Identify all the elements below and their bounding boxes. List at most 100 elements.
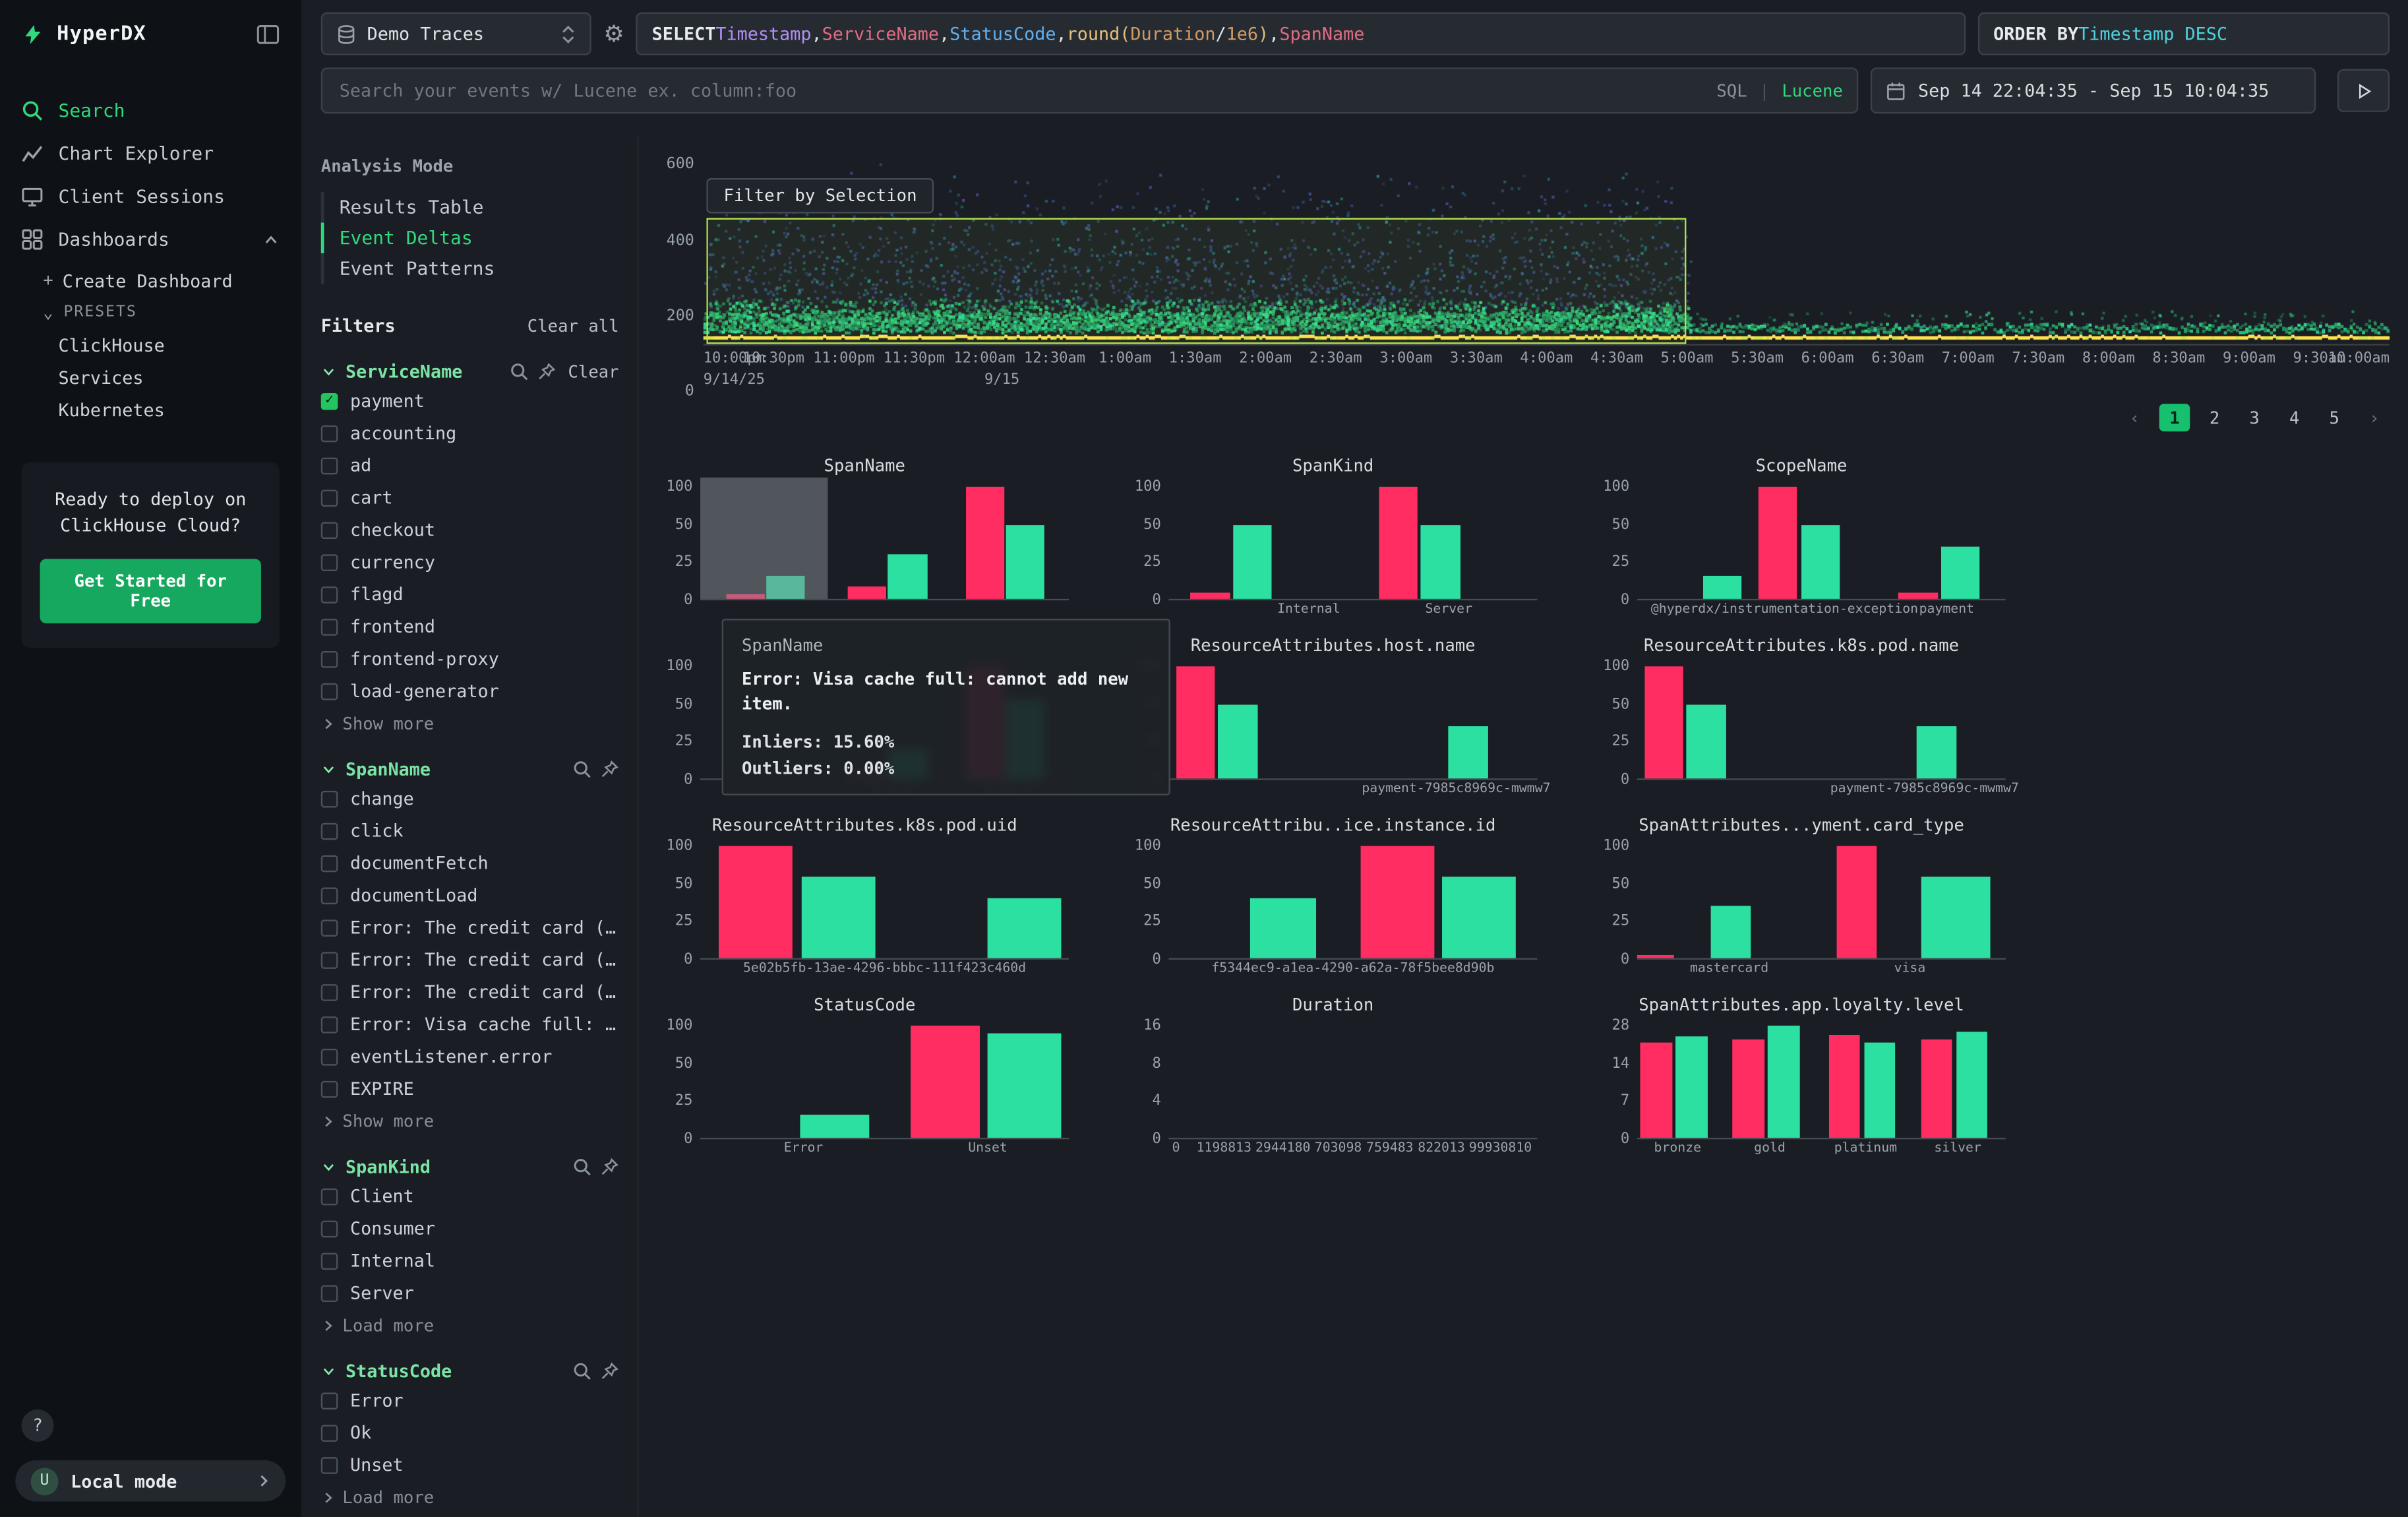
bar-inlier[interactable]: [1711, 906, 1751, 958]
filter-option-unset[interactable]: Unset: [321, 1451, 619, 1479]
bar-inlier[interactable]: [1675, 1037, 1706, 1138]
bar-inlier[interactable]: [1233, 524, 1272, 599]
pin-icon[interactable]: [537, 362, 556, 381]
bar-outlier[interactable]: [719, 846, 793, 958]
pagination-page-4[interactable]: 4: [2279, 404, 2310, 431]
date-range-picker[interactable]: Sep 14 22:04:35 - Sep 15 10:04:35: [1871, 67, 2316, 113]
checkbox[interactable]: [321, 1220, 338, 1237]
bar-outlier[interactable]: [1640, 1042, 1671, 1138]
order-by-input[interactable]: ORDER BY Timestamp DESC: [1978, 13, 2390, 55]
pagination-page-1[interactable]: 1: [2159, 404, 2190, 431]
filter-option-click[interactable]: click: [321, 817, 619, 844]
sidebar-subitem-presets[interactable]: ⌄PRESETS: [43, 296, 301, 328]
bar-inlier[interactable]: [1941, 547, 1980, 599]
filter-option-client[interactable]: Client: [321, 1182, 619, 1210]
bar-outlier[interactable]: [1836, 846, 1877, 958]
heatmap-plot[interactable]: Filter by Selection: [704, 150, 2390, 346]
filter-option-checkout[interactable]: checkout: [321, 516, 619, 543]
search-input[interactable]: [336, 78, 1704, 103]
source-select[interactable]: Demo Traces: [321, 13, 591, 55]
filter-option-internal[interactable]: Internal: [321, 1247, 619, 1274]
filter-option-error[interactable]: Error: [321, 1386, 619, 1414]
language-sql-toggle[interactable]: SQL: [1716, 80, 1747, 100]
bar-inlier[interactable]: [1219, 704, 1257, 778]
checkbox[interactable]: [321, 1048, 338, 1065]
filter-by-selection-button[interactable]: Filter by Selection: [707, 178, 934, 214]
bar-inlier[interactable]: [1449, 726, 1488, 778]
pin-icon[interactable]: [601, 1362, 619, 1380]
analysis-mode-event-deltas[interactable]: Event Deltas: [321, 223, 619, 254]
filter-group-header[interactable]: SpanKind: [321, 1156, 619, 1178]
pin-icon[interactable]: [601, 760, 619, 778]
checkbox[interactable]: [321, 951, 338, 968]
filter-load-more-button[interactable]: Load more: [321, 1488, 619, 1508]
filter-option-eventlistener-error[interactable]: eventListener.error: [321, 1043, 619, 1070]
filter-option-expire[interactable]: EXPIRE: [321, 1075, 619, 1103]
bar-outlier[interactable]: [1379, 487, 1418, 599]
bar-inlier[interactable]: [802, 877, 876, 958]
checkbox[interactable]: [321, 650, 338, 667]
app-logo[interactable]: HyperDX: [22, 22, 146, 46]
filter-show-more-button[interactable]: Show more: [321, 1111, 619, 1131]
bar-inlier[interactable]: [1864, 1042, 1895, 1138]
filter-option-error-the-credit-card-[interactable]: Error: The credit card (…: [321, 946, 619, 974]
checkbox[interactable]: [321, 1424, 338, 1441]
heatmap-selection-box[interactable]: [707, 218, 1687, 344]
checkbox[interactable]: [321, 586, 338, 603]
bar-outlier[interactable]: [1921, 1039, 1952, 1138]
filter-option-change[interactable]: change: [321, 785, 619, 813]
checkbox[interactable]: [321, 683, 338, 700]
bar-outlier[interactable]: [1644, 667, 1683, 778]
filter-option-load-generator[interactable]: load-generator: [321, 677, 619, 705]
checkbox[interactable]: [321, 1252, 338, 1269]
bar-inlier[interactable]: [1703, 576, 1742, 599]
bar-outlier[interactable]: [1828, 1034, 1859, 1138]
bar-outlier[interactable]: [1899, 593, 1938, 599]
bar-outlier[interactable]: [1733, 1039, 1764, 1138]
pagination-prev[interactable]: ‹: [2119, 404, 2150, 431]
filter-group-header[interactable]: ServiceNameClear: [321, 361, 619, 383]
bar-inlier[interactable]: [1687, 704, 1726, 778]
checkbox[interactable]: [321, 553, 338, 571]
analysis-mode-results-table[interactable]: Results Table: [321, 192, 619, 223]
clear-all-filters-button[interactable]: Clear all: [527, 315, 619, 335]
bar-outlier[interactable]: [1759, 487, 1797, 599]
filter-option-frontend-proxy[interactable]: frontend-proxy: [321, 645, 619, 673]
get-started-button[interactable]: Get Started for Free: [40, 558, 261, 623]
bar-inlier[interactable]: [800, 1115, 870, 1138]
bar-outlier[interactable]: [1637, 955, 1674, 958]
sidebar-subitem-clickhouse[interactable]: ClickHouse: [43, 328, 301, 361]
sidebar-item-dashboards[interactable]: Dashboards: [0, 218, 301, 261]
filter-option-accounting[interactable]: accounting: [321, 419, 619, 447]
checkbox[interactable]: [321, 425, 338, 442]
sidebar-item-chart-explorer[interactable]: Chart Explorer: [0, 132, 301, 175]
checkbox[interactable]: [321, 790, 338, 807]
select-expression-input[interactable]: SELECT Timestamp, ServiceName, StatusCod…: [636, 13, 1966, 55]
bar-inlier[interactable]: [1421, 524, 1460, 599]
checkbox[interactable]: [321, 886, 338, 904]
help-button[interactable]: ?: [22, 1409, 54, 1442]
filter-search-icon[interactable]: [573, 1362, 591, 1380]
checkbox[interactable]: [321, 618, 338, 635]
bar-inlier[interactable]: [988, 898, 1062, 958]
bar-inlier[interactable]: [988, 1034, 1062, 1138]
checkbox[interactable]: [321, 1456, 338, 1473]
checkbox[interactable]: [321, 489, 338, 506]
pagination-page-5[interactable]: 5: [2319, 404, 2350, 431]
bar-outlier[interactable]: [911, 1026, 980, 1138]
filter-group-header[interactable]: StatusCode: [321, 1361, 619, 1382]
bar-inlier[interactable]: [888, 554, 927, 599]
sidebar-subitem-create-dashboard[interactable]: +Create Dashboard: [43, 264, 301, 296]
sidebar-item-search[interactable]: Search: [0, 89, 301, 132]
filter-search-icon[interactable]: [573, 760, 591, 778]
pagination-next[interactable]: ›: [2359, 404, 2390, 431]
checkbox[interactable]: [321, 822, 338, 840]
pin-icon[interactable]: [601, 1158, 619, 1176]
bar-outlier[interactable]: [1176, 667, 1215, 778]
checkbox[interactable]: [321, 854, 338, 871]
checkbox[interactable]: ✓: [321, 392, 338, 410]
analysis-mode-event-patterns[interactable]: Event Patterns: [321, 253, 619, 284]
bar-inlier[interactable]: [1801, 524, 1840, 599]
filter-option-documentload[interactable]: documentLoad: [321, 881, 619, 909]
filter-option-cart[interactable]: cart: [321, 483, 619, 511]
